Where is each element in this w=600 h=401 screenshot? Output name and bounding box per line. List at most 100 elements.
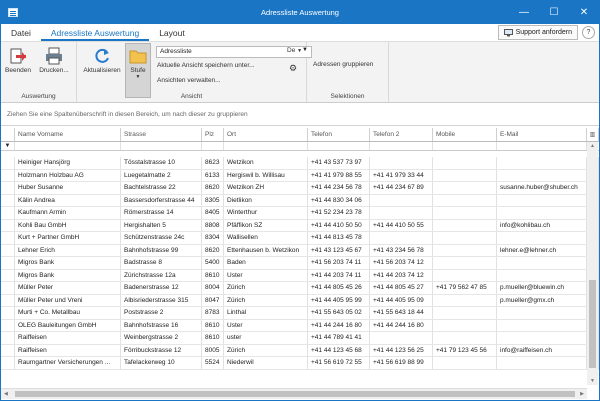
table-cell[interactable]: Wetzikon	[224, 157, 308, 169]
table-cell[interactable]	[497, 169, 587, 181]
table-row[interactable]: Lehner Erich Bahnhofstrasse 99 8620 Ettenha…	[1, 244, 599, 257]
table-row[interactable]: OLEG Bauleitungen GmbH Bahnhofstrasse 16 8…	[1, 319, 599, 332]
table-cell[interactable]: Kurt + Partner GmbH	[15, 232, 121, 244]
table-row[interactable]: Migros Bank Badstrasse 8 5400 Baden +41 56 2…	[1, 257, 599, 270]
table-cell[interactable]: 8783	[202, 307, 224, 319]
table-cell[interactable]: info@kohlibau.ch	[497, 219, 587, 231]
table-cell[interactable]: 8623	[202, 157, 224, 169]
column-header[interactable]: Ort	[224, 128, 308, 141]
table-cell[interactable]: +41 41 979 33 44	[370, 169, 433, 181]
column-header[interactable]: Plz	[202, 128, 224, 141]
table-cell[interactable]: Murti + Co. Metallbau	[15, 307, 121, 319]
table-cell[interactable]	[433, 219, 497, 231]
table-row[interactable]: Kohli Bau GmbH Hergishalten 5 8808 Pfäffiko…	[1, 219, 599, 232]
table-cell[interactable]: +41 44 203 74 11	[308, 269, 370, 281]
table-cell[interactable]: Ettenhausen b. Wetzikon	[224, 244, 308, 256]
table-cell[interactable]: 8610	[202, 269, 224, 281]
group-drop-area[interactable]: Ziehen Sie eine Spaltenüberschrift in di…	[1, 103, 599, 126]
table-cell[interactable]: +41 44 813 45 78	[308, 232, 370, 244]
table-row[interactable]: Huber Susanne Bachtelstrasse 22 8620 Wetzik…	[1, 182, 599, 195]
column-header[interactable]: Strasse	[121, 128, 202, 141]
table-cell[interactable]: Raiffeisen	[15, 344, 121, 356]
table-cell[interactable]: 8610	[202, 332, 224, 344]
table-cell[interactable]: 8620	[202, 182, 224, 194]
column-header[interactable]: Mobile	[433, 128, 497, 141]
adressen-gruppieren-button[interactable]: Adressen gruppieren	[313, 61, 373, 68]
table-cell[interactable]: +41 44 234 56 78	[308, 182, 370, 194]
table-cell[interactable]: Niederwil	[224, 357, 308, 369]
table-row[interactable]: Kälin Andrea Bassersdorferstrasse 44 8305 D…	[1, 194, 599, 207]
table-cell[interactable]	[433, 307, 497, 319]
table-cell[interactable]	[433, 244, 497, 256]
table-cell[interactable]: 8405	[202, 207, 224, 219]
table-cell[interactable]	[433, 294, 497, 306]
table-cell[interactable]: Bachtelstrasse 22	[121, 182, 202, 194]
table-cell[interactable]: +41 44 203 74 12	[370, 269, 433, 281]
table-cell[interactable]: Migros Bank	[15, 257, 121, 269]
scrollbar-thumb[interactable]	[15, 391, 575, 397]
vertical-scrollbar[interactable]: ▲ ▼	[587, 142, 598, 385]
table-cell[interactable]	[433, 207, 497, 219]
language-dropdown[interactable]: De ▼	[287, 47, 302, 54]
table-cell[interactable]: lehner.e@lehner.ch	[497, 244, 587, 256]
column-header[interactable]: Name Vorname	[15, 128, 121, 141]
horizontal-scrollbar[interactable]: ◀ ▶	[1, 388, 587, 399]
table-row[interactable]: Raiffeisen Förribuckstrasse 12 8005 Zürich +…	[1, 344, 599, 357]
drucken-button[interactable]: Drucken...	[36, 47, 72, 74]
table-cell[interactable]: p.mueller@bluewin.ch	[497, 282, 587, 294]
table-cell[interactable]: +41 79 562 47 85	[433, 282, 497, 294]
table-cell[interactable]: +41 55 643 05 02	[308, 307, 370, 319]
table-cell[interactable]: 8808	[202, 219, 224, 231]
table-cell[interactable]: +41 44 410 50 55	[370, 219, 433, 231]
table-cell[interactable]	[370, 232, 433, 244]
table-cell[interactable]	[370, 207, 433, 219]
save-view-button[interactable]: Aktuelle Ansicht speichern unter...	[157, 62, 255, 69]
table-cell[interactable]: 6133	[202, 169, 224, 181]
table-cell[interactable]: Zürich	[224, 344, 308, 356]
table-cell[interactable]: Müller Peter	[15, 282, 121, 294]
table-cell[interactable]: Uster	[224, 319, 308, 331]
table-cell[interactable]: +41 56 619 72 55	[308, 357, 370, 369]
scrollbar-thumb[interactable]	[589, 280, 596, 368]
table-cell[interactable]: Linthal	[224, 307, 308, 319]
table-row[interactable]: Heiniger Hansjörg Tösstalstrasse 10 8623 We…	[1, 157, 599, 170]
table-cell[interactable]: Migros Bank	[15, 269, 121, 281]
table-cell[interactable]: Dietlikon	[224, 194, 308, 206]
table-cell[interactable]: Pfäffikon SZ	[224, 219, 308, 231]
table-cell[interactable]: Kälin Andrea	[15, 194, 121, 206]
table-cell[interactable]: +41 43 537 73 97	[308, 157, 370, 169]
column-chooser-icon[interactable]: ▥	[587, 128, 599, 141]
table-cell[interactable]: Badstrasse 8	[121, 257, 202, 269]
table-row[interactable]: Kurt + Partner GmbH Schützenstrasse 24c 83…	[1, 232, 599, 245]
scroll-right-icon[interactable]: ▶	[580, 391, 584, 397]
table-cell[interactable]: 5400	[202, 257, 224, 269]
table-cell[interactable]: Römerstrasse 14	[121, 207, 202, 219]
table-cell[interactable]	[497, 232, 587, 244]
table-cell[interactable]: +41 44 405 95 99	[308, 294, 370, 306]
table-cell[interactable]: Uster	[224, 269, 308, 281]
table-cell[interactable]: Kohli Bau GmbH	[15, 219, 121, 231]
table-cell[interactable]	[433, 332, 497, 344]
table-cell[interactable]: Hergiswil b. Willisau	[224, 169, 308, 181]
table-cell[interactable]: Weinbergstrasse 2	[121, 332, 202, 344]
table-cell[interactable]: +41 79 123 45 56	[433, 344, 497, 356]
table-cell[interactable]: +41 44 805 45 26	[308, 282, 370, 294]
table-cell[interactable]: susanne.huber@shuber.ch	[497, 182, 587, 194]
table-row[interactable]: Raumgartner Versicherungen ... Tafelacker…	[1, 357, 599, 370]
table-cell[interactable]: +41 52 234 23 78	[308, 207, 370, 219]
table-cell[interactable]: Raiffeisen	[15, 332, 121, 344]
table-cell[interactable]: +41 44 805 45 27	[370, 282, 433, 294]
table-cell[interactable]: Müller Peter und Vreni	[15, 294, 121, 306]
table-cell[interactable]: Schützenstrasse 24c	[121, 232, 202, 244]
table-cell[interactable]: +41 55 643 18 44	[370, 307, 433, 319]
tab-datei[interactable]: Datei	[1, 28, 41, 41]
scroll-down-icon[interactable]: ▼	[590, 378, 595, 384]
table-cell[interactable]: 8047	[202, 294, 224, 306]
table-cell[interactable]	[433, 232, 497, 244]
table-cell[interactable]: Raumgartner Versicherungen ...	[15, 357, 121, 369]
table-cell[interactable]	[433, 257, 497, 269]
help-button[interactable]: ?	[582, 26, 595, 39]
table-cell[interactable]: +41 44 234 67 89	[370, 182, 433, 194]
table-cell[interactable]	[370, 194, 433, 206]
table-row[interactable]: Raiffeisen Weinbergstrasse 2 8610 uster +41 …	[1, 332, 599, 345]
